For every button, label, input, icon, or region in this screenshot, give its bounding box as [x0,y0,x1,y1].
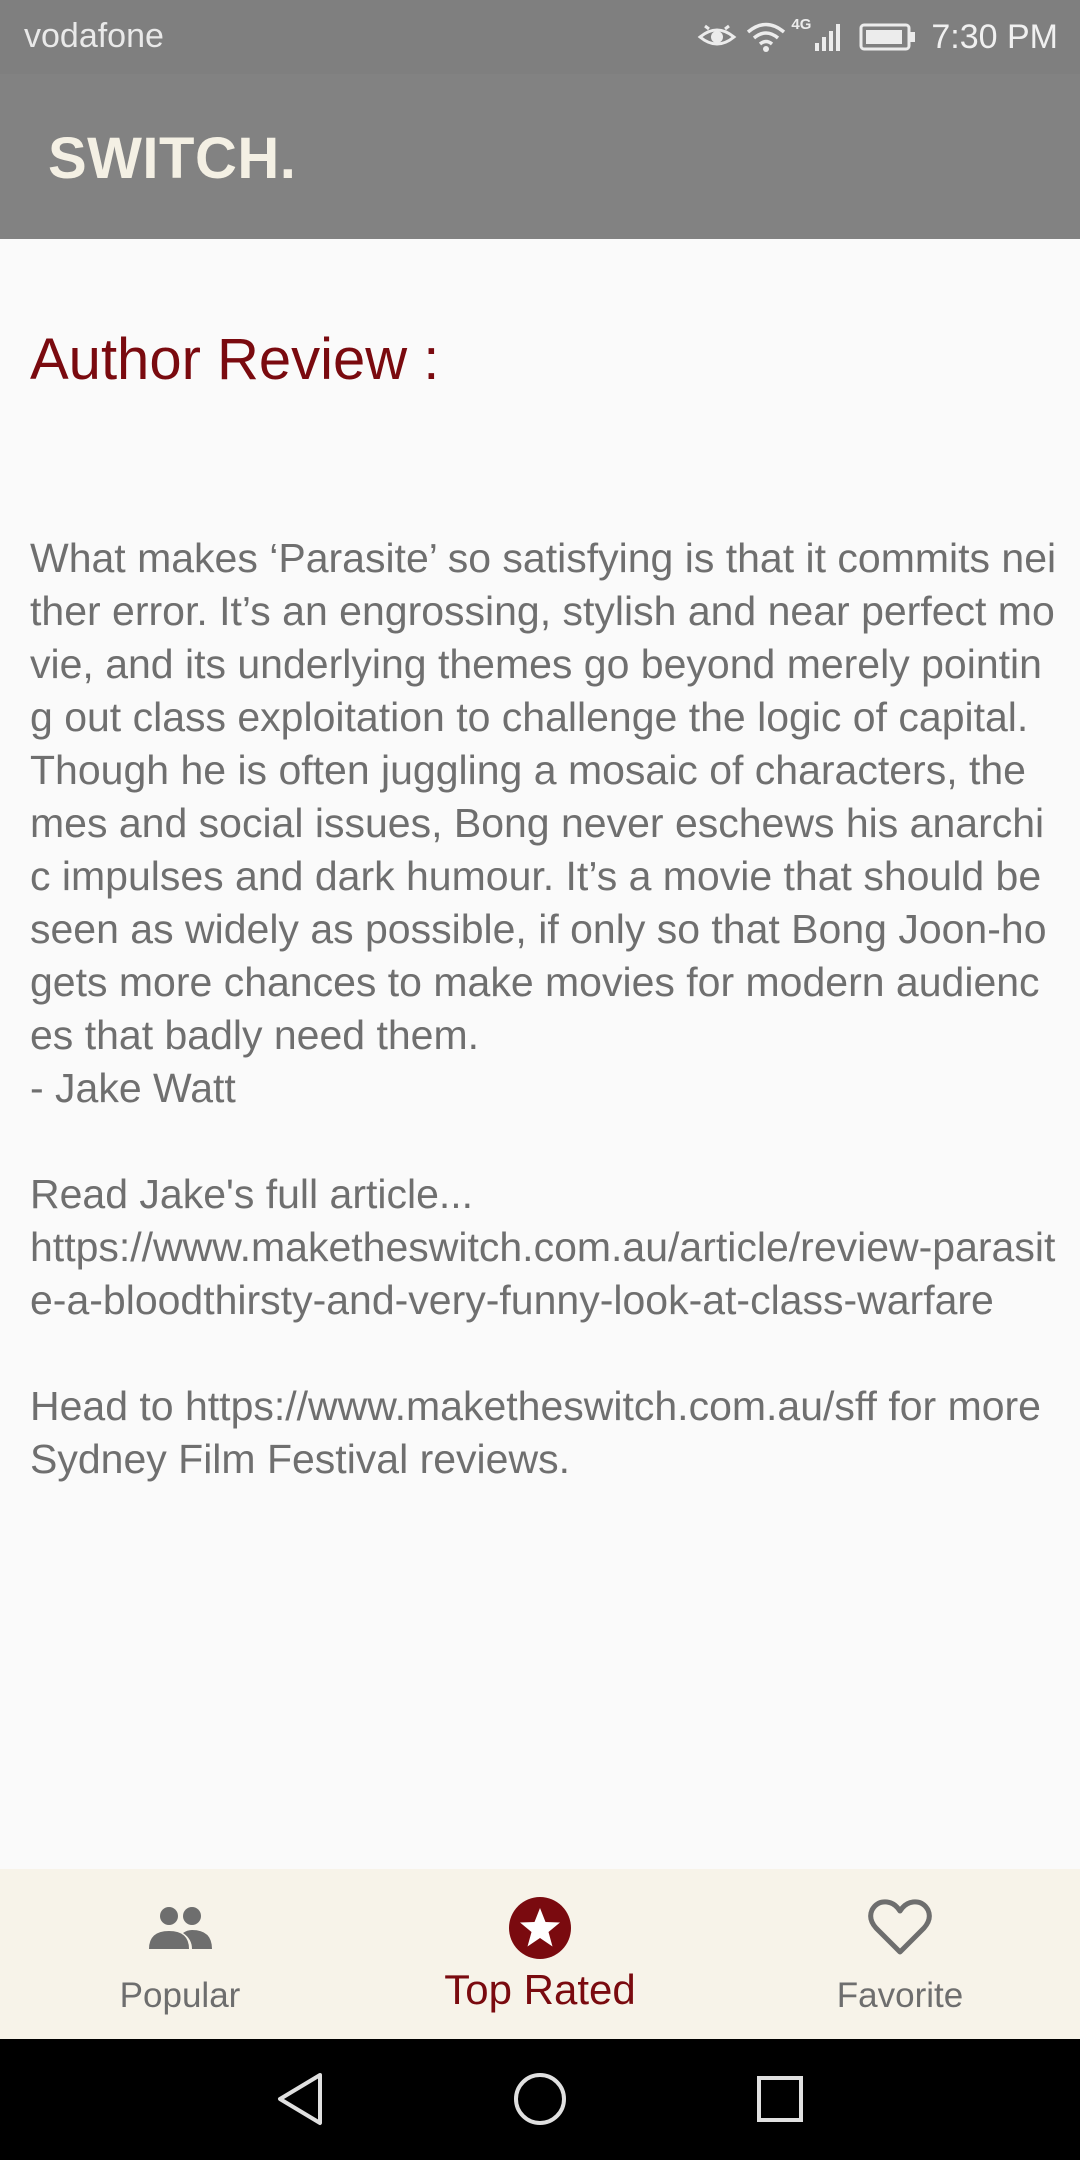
nav-item-popular[interactable]: Popular [0,1869,360,2039]
review-heading: Author Review : [30,327,440,392]
app-title: SWITCH. [48,126,297,191]
back-icon[interactable] [265,2064,335,2134]
nav-item-top-rated[interactable]: Top Rated [360,1869,720,2039]
clock: 7:30 PM [931,17,1058,56]
wifi-icon [745,20,787,54]
review-body: What makes ‘Parasite’ so satisfying is t… [30,535,1057,1482]
eye-icon [697,21,737,53]
nav-label-top-rated: Top Rated [444,1966,636,2013]
cellular-signal-icon [813,21,845,53]
home-icon[interactable] [505,2064,575,2134]
bottom-navigation: Popular Top Rated Favorite [0,1869,1080,2039]
star-circle-icon [505,1895,575,1961]
nav-item-favorite[interactable]: Favorite [720,1869,1080,2039]
battery-icon [859,22,917,52]
people-icon [145,1895,215,1961]
nav-label-favorite: Favorite [836,1976,964,2015]
heart-outline-icon [865,1895,935,1961]
app-bar: SWITCH. [0,74,1080,239]
carrier-name: vodafone [24,17,164,55]
status-bar: vodafone 4G 7:30 PM [0,0,1080,74]
recents-icon[interactable] [745,2064,815,2134]
status-icons: 4G 7:30 PM [697,12,1058,62]
network-type-label: 4G [791,16,812,33]
system-navigation-bar [0,2039,1080,2160]
nav-label-popular: Popular [119,1976,241,2015]
review-content[interactable]: Author Review : What makes ‘Parasite’ so… [0,239,1080,1869]
